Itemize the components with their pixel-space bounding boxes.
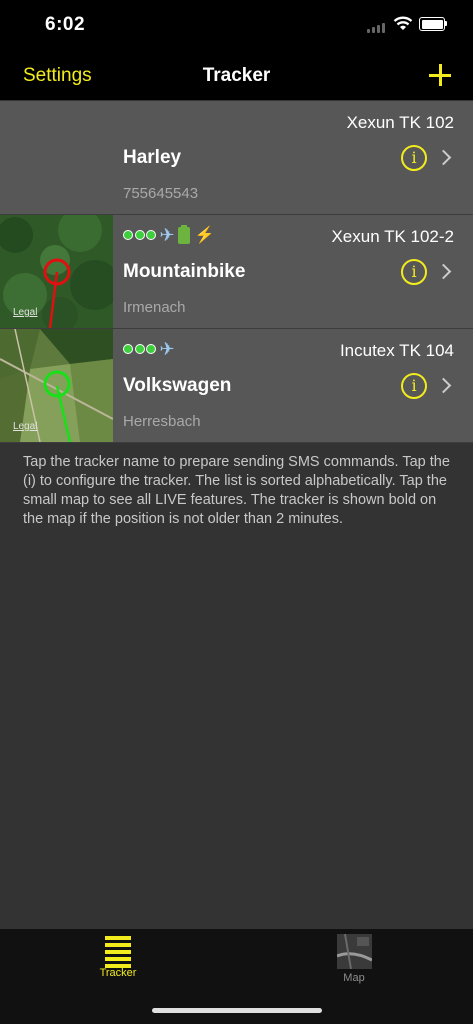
map-icon (336, 934, 372, 969)
map-legal-link[interactable]: Legal (13, 307, 37, 318)
tracker-name[interactable]: Mountainbike (123, 261, 245, 283)
tracker-model: Incutex TK 104 (339, 341, 454, 360)
airplane-icon: ✈ (159, 225, 175, 245)
tracker-subtitle: Herresbach (123, 413, 201, 430)
tab-tracker[interactable]: Tracker (58, 934, 178, 979)
tab-label: Map (343, 972, 365, 984)
tracker-row[interactable]: Xexun TK 102 Harley 755645543 i (0, 101, 473, 215)
tracker-row[interactable]: Legal ✈ Incutex TK 104 Volkswagen Herres… (0, 329, 473, 443)
tracker-subtitle: 755645543 (123, 185, 199, 202)
tab-map[interactable]: Map (294, 934, 414, 984)
tracker-model: Xexun TK 102-2 (331, 227, 454, 246)
mini-map-thumbnail[interactable]: Legal (0, 329, 113, 442)
chevron-right-icon[interactable] (435, 149, 452, 166)
mini-map-thumbnail[interactable]: Legal (0, 215, 113, 328)
lightning-bolt-icon: ⚡ (194, 227, 215, 244)
wifi-icon (393, 16, 413, 30)
tracker-list: Xexun TK 102 Harley 755645543 i Legal ✈ … (0, 101, 473, 443)
tracker-row[interactable]: Legal ✈ ⚡ Xexun TK 102-2 Mountainbike Ir… (0, 215, 473, 329)
settings-button[interactable]: Settings (23, 65, 92, 87)
battery-status-icon (177, 224, 190, 244)
list-lines-icon (104, 934, 132, 968)
tab-label: Tracker (99, 967, 137, 979)
home-indicator (152, 1008, 322, 1013)
status-dot-icon (134, 230, 145, 240)
screen: 6:02 Tracker Settings Xexun TK 102 Harle… (0, 0, 473, 1024)
status-dot-icon (146, 344, 156, 354)
cellular-signal-icon (367, 21, 387, 33)
chevron-right-icon[interactable] (435, 263, 452, 280)
tracker-name[interactable]: Volkswagen (123, 375, 231, 397)
tracker-model: Xexun TK 102 (346, 113, 454, 132)
add-tracker-button[interactable] (429, 64, 451, 86)
status-dot-icon (123, 344, 133, 354)
battery-icon (419, 17, 445, 31)
status-dot-icon (134, 344, 145, 354)
tracker-subtitle: Irmenach (123, 299, 186, 316)
status-bar: 6:02 (0, 0, 473, 54)
status-time: 6:02 (45, 14, 86, 35)
info-icon[interactable]: i (401, 373, 427, 399)
battery-tip (445, 21, 447, 26)
navigation-bar: Tracker Settings (0, 54, 473, 100)
map-legal-link[interactable]: Legal (13, 421, 37, 432)
airplane-icon: ✈ (159, 339, 175, 359)
help-text: Tap the tracker name to prepare sending … (23, 454, 450, 527)
status-icons: ✈ (123, 339, 175, 359)
device-notch (118, 0, 356, 34)
status-icons: ✈ ⚡ (123, 224, 215, 245)
info-icon[interactable]: i (401, 259, 427, 285)
status-dot-icon (123, 230, 133, 240)
status-dot-icon (146, 230, 156, 240)
chevron-right-icon[interactable] (435, 377, 452, 394)
tracker-name[interactable]: Harley (123, 147, 181, 169)
info-icon[interactable]: i (401, 145, 427, 171)
